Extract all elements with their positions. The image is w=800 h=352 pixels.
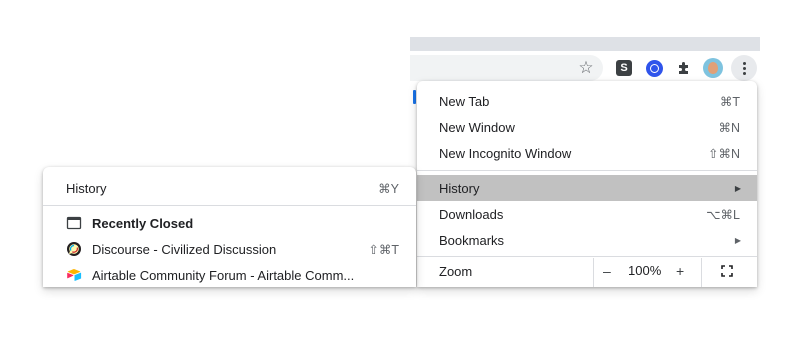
zoom-label: Zoom [439, 263, 473, 279]
history-shortcut: ⌘Y [378, 181, 399, 196]
menu-item-shortcut: ⌘N [718, 120, 740, 135]
tab-strip [410, 37, 760, 51]
menu-item-new-tab[interactable]: New Tab ⌘T [417, 88, 757, 114]
extension-blue-icon[interactable] [644, 58, 664, 78]
menu-item-label: Bookmarks [439, 232, 505, 248]
menu-item-shortcut: ⌥⌘L [706, 207, 740, 222]
chrome-main-menu: New Tab ⌘T New Window ⌘N New Incognito W… [417, 81, 757, 287]
zoom-level: 100% [628, 263, 662, 278]
extension-s-icon[interactable]: S [614, 58, 634, 78]
zoom-in-button[interactable]: + [676, 258, 684, 284]
history-entry-title: Airtable Community Forum - Airtable Comm… [92, 267, 355, 283]
history-entry-title: Discourse - Civilized Discussion [92, 241, 277, 257]
menu-item-label: History [439, 180, 480, 196]
airtable-icon [67, 269, 82, 281]
discourse-icon [67, 242, 81, 256]
recently-closed-header: Recently Closed [43, 210, 416, 236]
menu-item-label: Downloads [439, 206, 504, 222]
history-menu-item-history[interactable]: History ⌘Y [43, 175, 416, 201]
star-icon[interactable]: ☆ [576, 58, 596, 78]
menu-item-downloads[interactable]: Downloads ⌥⌘L [417, 201, 757, 227]
address-bar[interactable] [410, 55, 603, 81]
submenu-arrow-icon: ▶ [734, 183, 741, 193]
menu-item-label: New Tab [439, 93, 490, 109]
history-entry[interactable]: Airtable Community Forum - Airtable Comm… [43, 262, 416, 287]
window-icon [66, 216, 82, 230]
menu-item-bookmarks[interactable]: Bookmarks ▶ [417, 227, 757, 253]
menu-separator [43, 205, 416, 206]
extension-s-letter: S [616, 60, 632, 76]
zoom-out-button[interactable]: – [603, 258, 611, 284]
menu-item-shortcut: ⌘T [719, 94, 740, 109]
history-label: History [66, 180, 107, 196]
history-entry-shortcut: ⇧⌘T [368, 242, 399, 257]
menu-item-zoom: Zoom [417, 258, 587, 284]
menu-item-new-incognito-window[interactable]: New Incognito Window ⇧⌘N [417, 140, 757, 166]
menu-separator [417, 256, 757, 257]
recently-closed-label: Recently Closed [92, 215, 194, 231]
submenu-arrow-icon: ▶ [734, 235, 741, 245]
menu-separator [417, 170, 757, 171]
menu-item-shortcut: ⇧⌘N [707, 146, 740, 161]
menu-item-label: New Window [439, 119, 515, 135]
page-edge-indicator [413, 90, 416, 104]
history-submenu: History ⌘Y Recently Closed Discourse - C… [43, 167, 416, 287]
puzzle-icon[interactable] [674, 58, 694, 78]
fullscreen-icon[interactable] [721, 265, 733, 277]
menu-item-history[interactable]: History ▶ [417, 175, 757, 201]
avatar-icon[interactable] [703, 58, 723, 78]
history-entry[interactable]: Discourse - Civilized Discussion ⇧⌘T [43, 236, 416, 262]
menu-item-new-window[interactable]: New Window ⌘N [417, 114, 757, 140]
menu-item-label: New Incognito Window [439, 145, 572, 161]
more-vert-icon[interactable] [731, 55, 757, 81]
